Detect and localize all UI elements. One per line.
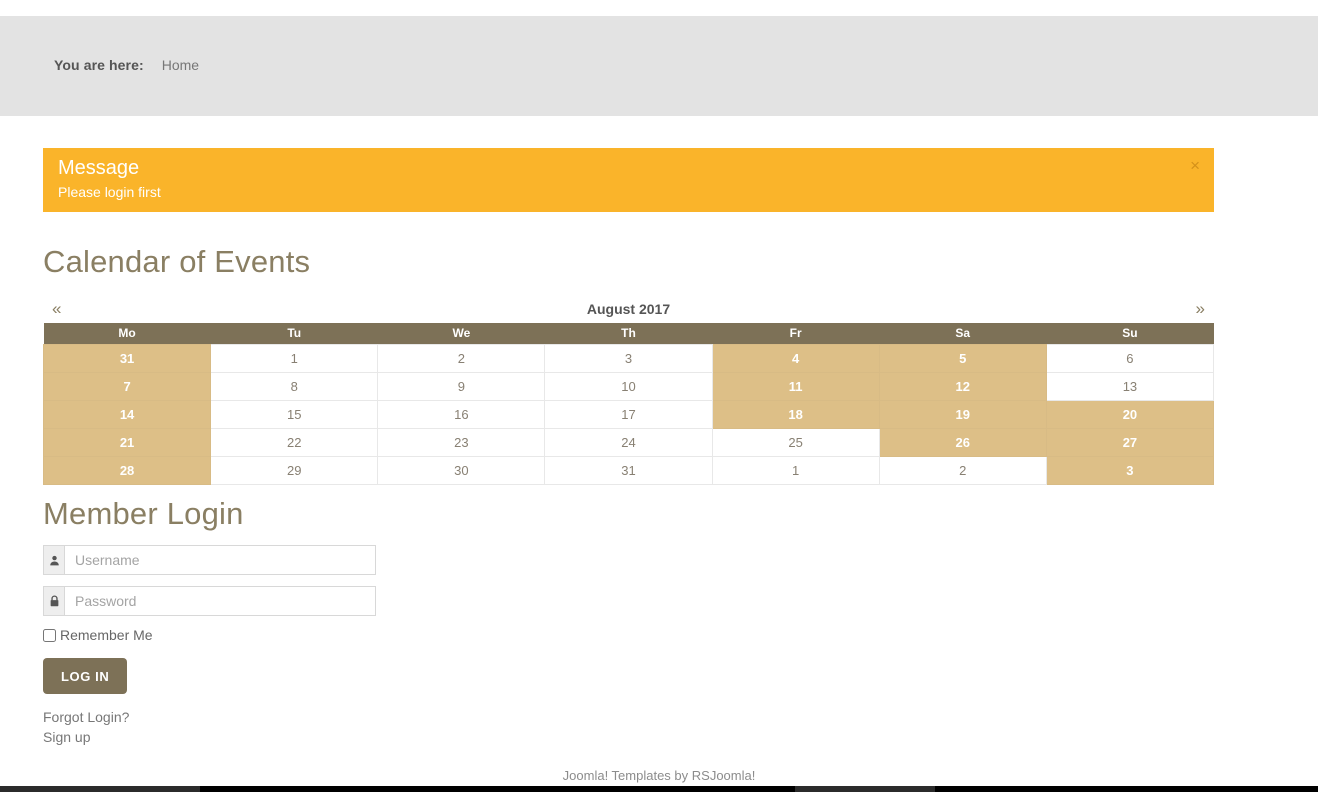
calendar-day-cell[interactable]: 26 — [878, 427, 1047, 457]
calendar-weekday-we: We — [377, 323, 545, 344]
calendar-day-cell[interactable]: 1 — [210, 343, 379, 373]
calendar-day-cell[interactable]: 22 — [210, 427, 379, 457]
remember-me-label[interactable]: Remember Me — [60, 627, 153, 643]
user-icon — [43, 545, 64, 575]
calendar-week-row: 7 8 9 10 11 12 13 — [42, 371, 1215, 401]
calendar-weekday-mo: Mo — [43, 323, 211, 344]
breadcrumb: You are here: Home — [54, 57, 199, 73]
calendar-day-cell[interactable]: 29 — [210, 455, 379, 485]
calendar-table: Mo Tu We Th Fr Sa Su 31 1 2 3 4 5 6 7 8 9 10 11 12 13 14 15 16… — [42, 323, 1215, 485]
remember-me-row: Remember Me — [43, 627, 443, 643]
calendar-day-cell[interactable]: 2 — [878, 455, 1047, 485]
calendar-day-cell[interactable]: 12 — [878, 371, 1047, 401]
remember-me-checkbox[interactable] — [43, 628, 56, 642]
calendar-day-cell[interactable]: 7 — [42, 371, 212, 401]
calendar-day-cell[interactable]: 3 — [544, 343, 713, 373]
alert-message: Message Please login first × — [43, 148, 1214, 212]
chrome-segment — [795, 786, 935, 792]
calendar-day-cell[interactable]: 24 — [544, 427, 713, 457]
page-title-calendar: Calendar of Events — [43, 244, 311, 279]
alert-text: Please login first — [58, 184, 161, 200]
login-button[interactable]: LOG IN — [43, 658, 128, 694]
calendar-day-cell[interactable]: 21 — [42, 427, 212, 457]
calendar-day-cell[interactable]: 16 — [377, 399, 546, 429]
calendar-weekday-tu: Tu — [210, 323, 378, 344]
next-month-icon[interactable]: » — [1196, 295, 1205, 323]
login-form: Remember Me LOG IN Forgot Login? Sign up — [43, 545, 443, 747]
calendar-day-cell[interactable]: 13 — [1045, 371, 1215, 401]
username-input[interactable] — [64, 545, 376, 575]
calendar-day-cell[interactable]: 23 — [377, 427, 546, 457]
browser-bottom-chrome — [0, 786, 1318, 792]
calendar-day-cell[interactable]: 5 — [878, 343, 1047, 373]
footer-credit-link[interactable]: Joomla! Templates by RSJoomla! — [563, 768, 756, 783]
calendar-day-cell[interactable]: 20 — [1045, 399, 1215, 429]
calendar-week-row: 21 22 23 24 25 26 27 — [42, 427, 1215, 457]
calendar-weekday-fr: Fr — [712, 323, 880, 344]
calendar-day-cell[interactable]: 27 — [1045, 427, 1215, 457]
page-title-login: Member Login — [43, 496, 244, 531]
calendar-day-cell[interactable]: 2 — [377, 343, 546, 373]
calendar-week-row: 14 15 16 17 18 19 20 — [42, 399, 1215, 429]
calendar-day-cell[interactable]: 9 — [377, 371, 546, 401]
alert-title: Message — [58, 157, 140, 179]
calendar-day-cell[interactable]: 25 — [711, 427, 880, 457]
calendar-header-row: Mo Tu We Th Fr Sa Su — [43, 323, 1214, 344]
calendar-day-cell[interactable]: 1 — [711, 455, 880, 485]
prev-month-icon[interactable]: « — [52, 295, 61, 323]
calendar-day-cell[interactable]: 15 — [210, 399, 379, 429]
calendar-day-cell[interactable]: 4 — [711, 343, 880, 373]
footer: Joomla! Templates by RSJoomla! — [0, 768, 1318, 783]
calendar-day-cell[interactable]: 17 — [544, 399, 713, 429]
password-input[interactable] — [64, 586, 376, 616]
calendar-day-cell[interactable]: 31 — [42, 343, 212, 373]
calendar-widget: « August 2017 » Mo Tu We Th Fr Sa Su 31 1 2 3 4 5 6 7… — [42, 295, 1215, 485]
sign-up-link[interactable]: Sign up — [43, 727, 443, 747]
breadcrumb-item-home[interactable]: Home — [162, 57, 199, 73]
username-input-group — [43, 545, 376, 575]
page-root: You are here: Home Message Please login … — [0, 0, 1318, 792]
calendar-day-cell[interactable]: 11 — [711, 371, 880, 401]
calendar-day-cell[interactable]: 14 — [42, 399, 212, 429]
forgot-login-link[interactable]: Forgot Login? — [43, 707, 443, 727]
close-icon[interactable]: × — [1190, 157, 1200, 174]
calendar-day-cell[interactable]: 3 — [1045, 455, 1215, 485]
password-input-group — [43, 586, 376, 616]
calendar-day-cell[interactable]: 28 — [42, 455, 212, 485]
login-links: Forgot Login? Sign up — [43, 707, 443, 747]
calendar-weekday-su: Su — [1046, 323, 1214, 344]
calendar-body: 31 1 2 3 4 5 6 7 8 9 10 11 12 13 14 15 16 17 18 19 20 21 22 23 2… — [42, 343, 1215, 485]
calendar-month-title: August 2017 — [586, 301, 671, 317]
calendar-day-cell[interactable]: 6 — [1045, 343, 1215, 373]
breadcrumb-bar: You are here: Home — [0, 16, 1318, 116]
calendar-day-cell[interactable]: 30 — [377, 455, 546, 485]
calendar-week-row: 31 1 2 3 4 5 6 — [42, 343, 1215, 373]
calendar-weekday-th: Th — [544, 323, 713, 344]
calendar-day-cell[interactable]: 31 — [544, 455, 713, 485]
calendar-day-cell[interactable]: 19 — [878, 399, 1047, 429]
breadcrumb-label: You are here: — [54, 57, 144, 73]
calendar-nav: « August 2017 » — [43, 295, 1214, 323]
calendar-week-row: 28 29 30 31 1 2 3 — [42, 455, 1215, 485]
calendar-day-cell[interactable]: 8 — [210, 371, 379, 401]
calendar-day-cell[interactable]: 18 — [711, 399, 880, 429]
calendar-weekday-sa: Sa — [879, 323, 1047, 344]
chrome-segment — [0, 786, 200, 792]
lock-icon — [43, 586, 64, 616]
calendar-day-cell[interactable]: 10 — [544, 371, 713, 401]
